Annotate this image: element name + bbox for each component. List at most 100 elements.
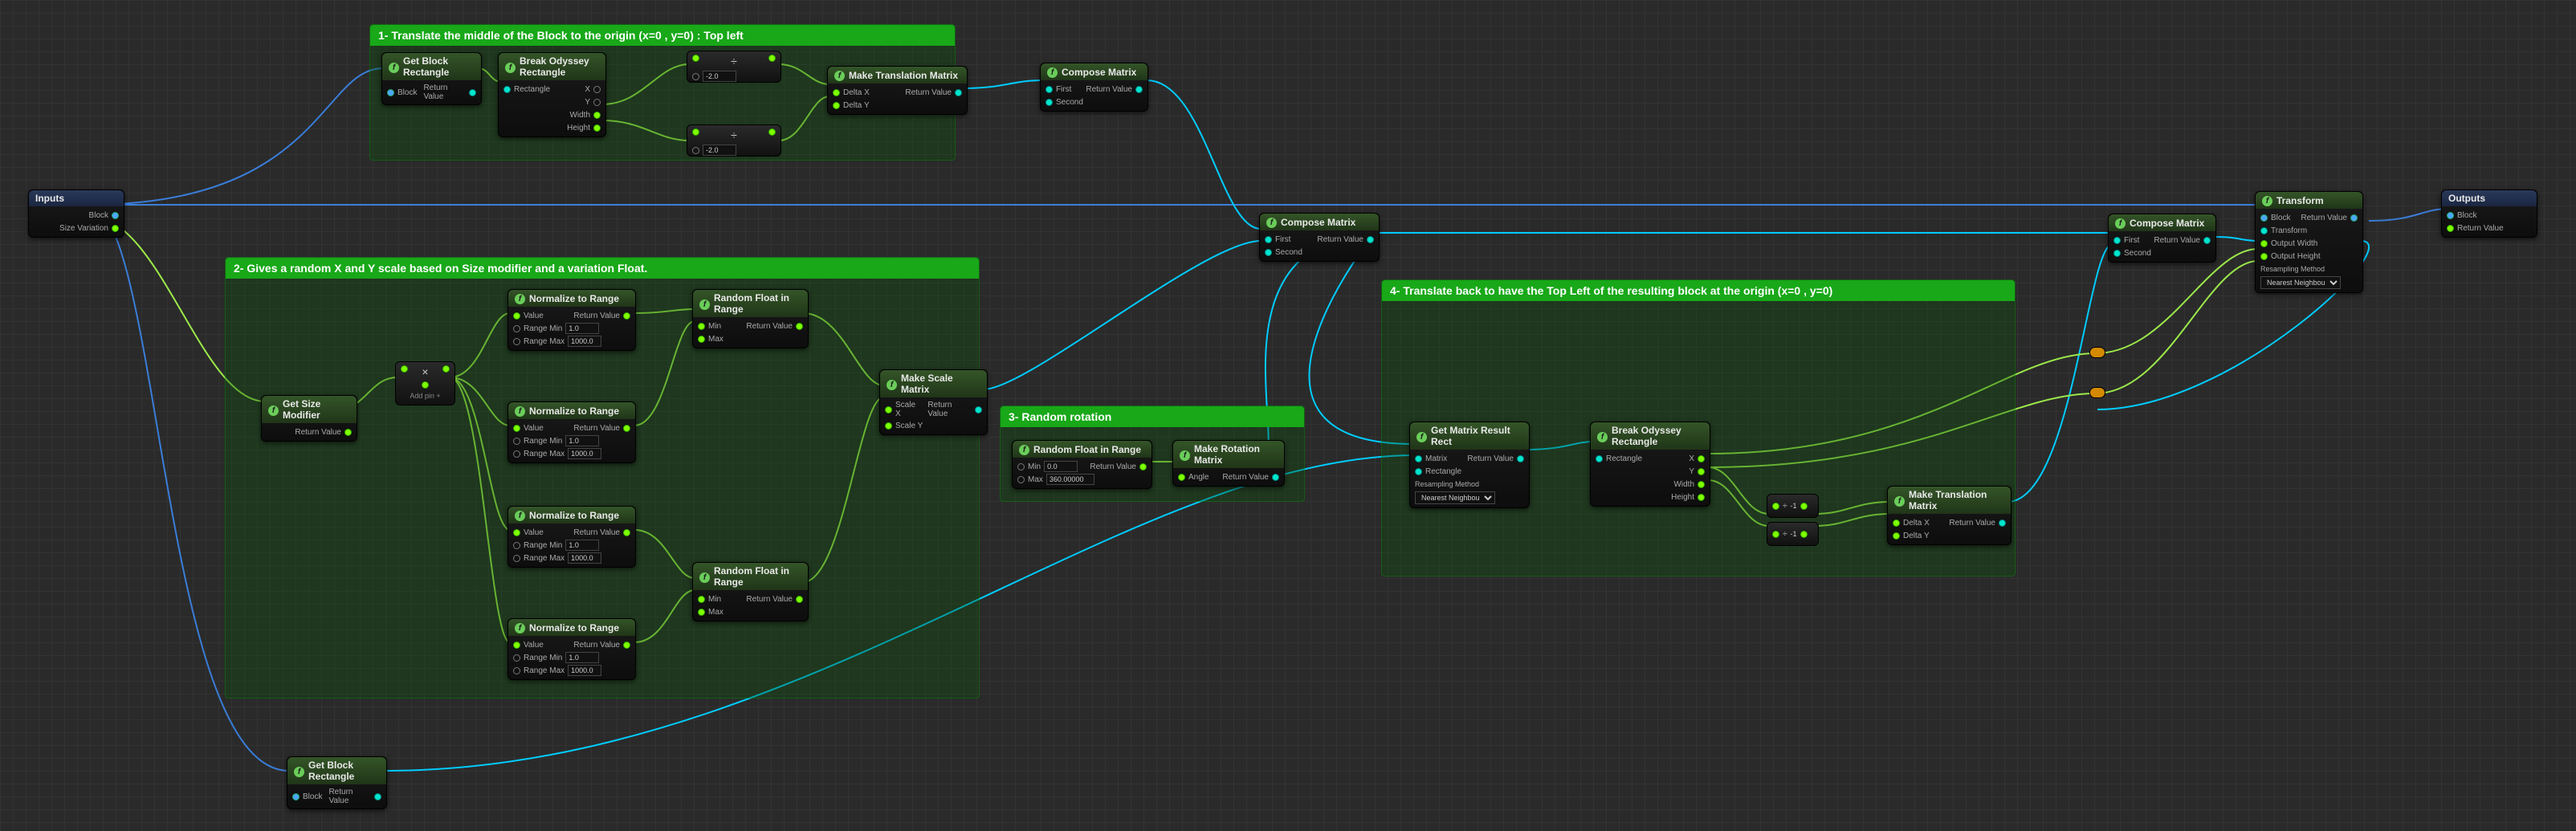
n3-rmin-val[interactable] [565, 540, 599, 551]
div-node-1[interactable]: ÷ [687, 51, 781, 83]
make-scale-node[interactable]: Make Scale Matrix Scale XReturn Value Sc… [879, 369, 988, 435]
gbr2-out[interactable]: Return Value [328, 788, 371, 805]
make-translation-node-2[interactable]: Make Translation Matrix Delta XReturn Va… [1887, 486, 2011, 545]
n1-rmin[interactable]: Range Min [524, 324, 562, 333]
rf2-out[interactable]: Return Value [746, 595, 793, 604]
random-rot-float-node[interactable]: Random Float in Range MinReturn Value Ma… [1012, 440, 1152, 489]
mult-add-pin[interactable]: Add pin + [410, 392, 440, 400]
div2-b[interactable] [703, 145, 736, 156]
tr-block[interactable]: Block [2271, 214, 2290, 222]
n4-rmin[interactable]: Range Min [524, 654, 562, 662]
rr-min[interactable]: Min [1028, 462, 1041, 471]
br-x[interactable]: X [585, 85, 590, 94]
gbr-in[interactable]: Block [397, 88, 417, 97]
n2-rmin[interactable]: Range Min [524, 437, 562, 446]
br2-w[interactable]: Width [1673, 480, 1694, 489]
inputs-block-pin[interactable]: Block [89, 211, 108, 220]
gsm-out[interactable]: Return Value [295, 428, 341, 437]
n4-rmax-val[interactable] [568, 665, 601, 676]
normalize-node-4[interactable]: Normalize to Range ValueReturn Value Ran… [507, 618, 636, 680]
gmrr-resampling[interactable]: Nearest Neighbour [1415, 491, 1495, 504]
gmrr-out[interactable]: Return Value [1467, 454, 1514, 463]
normalize-node-2[interactable]: Normalize to Range ValueReturn Value Ran… [507, 401, 636, 463]
n4-v[interactable]: Value [524, 641, 544, 650]
cm3-out[interactable]: Return Value [2154, 236, 2200, 245]
mt-dx[interactable]: Delta X [843, 88, 870, 97]
br2-y[interactable]: Y [1689, 467, 1694, 476]
rf1-min[interactable]: Min [708, 322, 721, 331]
compose-matrix-node-2[interactable]: Compose Matrix FirstReturn Value Second [1259, 213, 1380, 262]
get-block-rect-node[interactable]: Get Block Rectangle BlockReturn Value [381, 52, 482, 105]
n1-rmax[interactable]: Range Max [524, 337, 565, 346]
random-float-node-2[interactable]: Random Float in Range MinReturn Value Ma… [692, 562, 809, 621]
cm1-first[interactable]: First [1056, 85, 1071, 94]
ms-sx[interactable]: Scale X [895, 401, 921, 418]
rr-min-v[interactable] [1044, 461, 1078, 472]
tr-oh[interactable]: Output Height [2271, 252, 2321, 261]
n3-rmin[interactable]: Range Min [524, 541, 562, 550]
gmrr-r[interactable]: Rectangle [1425, 467, 1461, 476]
gmrr-m[interactable]: Matrix [1425, 454, 1447, 463]
mt2-out[interactable]: Return Value [1949, 519, 1995, 528]
br-h[interactable]: Height [567, 124, 590, 132]
div-node-p2[interactable]: ÷-1 [1767, 522, 1819, 546]
get-block-rect-node-2[interactable]: Get Block Rectangle BlockReturn Value [287, 756, 387, 809]
get-size-modifier-node[interactable]: Get Size Modifier Return Value [261, 395, 357, 442]
outputs-return-pin[interactable]: Return Value [2457, 224, 2504, 233]
div1-b[interactable] [703, 71, 736, 82]
n1-rmax-val[interactable] [568, 336, 601, 347]
make-rotation-node[interactable]: Make Rotation Matrix AngleReturn Value [1172, 440, 1285, 487]
rf2-min[interactable]: Min [708, 595, 721, 604]
mr-out[interactable]: Return Value [1222, 473, 1269, 482]
n1-rmin-val[interactable] [565, 323, 599, 334]
cm2-first[interactable]: First [1275, 235, 1290, 244]
br2-x[interactable]: X [1689, 454, 1694, 463]
outputs-node[interactable]: Outputs Block Return Value [2441, 189, 2537, 238]
rr-out[interactable]: Return Value [1090, 462, 1136, 471]
ms-sy[interactable]: Scale Y [895, 422, 923, 430]
div-node-2[interactable]: ÷ [687, 124, 781, 157]
normalize-node-3[interactable]: Normalize to Range ValueReturn Value Ran… [507, 506, 636, 568]
br2-h[interactable]: Height [1671, 493, 1694, 502]
transform-node[interactable]: Transform BlockReturn Value Transform Ou… [2255, 191, 2363, 293]
mt2-dx[interactable]: Delta X [1903, 519, 1930, 528]
n3-out[interactable]: Return Value [573, 528, 620, 537]
inputs-node[interactable]: Inputs Block Size Variation [28, 189, 124, 238]
tr-transform[interactable]: Transform [2271, 226, 2307, 235]
mr-angle[interactable]: Angle [1188, 473, 1209, 482]
br-w[interactable]: Width [569, 111, 590, 120]
gbr2-in[interactable]: Block [303, 792, 322, 801]
compose-matrix-node-3[interactable]: Compose Matrix FirstReturn Value Second [2108, 214, 2216, 263]
n2-rmax-val[interactable] [568, 448, 601, 459]
n2-v[interactable]: Value [524, 424, 544, 433]
n2-rmin-val[interactable] [565, 435, 599, 446]
compose-matrix-node-1[interactable]: Compose Matrix FirstReturn Value Second [1040, 63, 1148, 112]
reroute-2[interactable] [2089, 387, 2105, 398]
cm1-out[interactable]: Return Value [1086, 85, 1132, 94]
normalize-node-1[interactable]: Normalize to Range ValueReturn Value Ran… [507, 289, 636, 351]
tr-ow[interactable]: Output Width [2271, 239, 2317, 248]
n4-out[interactable]: Return Value [573, 641, 620, 650]
get-matrix-result-rect-node[interactable]: Get Matrix Result Rect MatrixReturn Valu… [1409, 422, 1530, 508]
break-rect-node-2[interactable]: Break Odyssey Rectangle RectangleX Y Wid… [1590, 422, 1710, 507]
n4-rmin-val[interactable] [565, 652, 599, 663]
br2-in[interactable]: Rectangle [1606, 454, 1642, 463]
mt-dy[interactable]: Delta Y [843, 101, 870, 110]
n1-v[interactable]: Value [524, 312, 544, 320]
cm2-second[interactable]: Second [1275, 248, 1302, 257]
rr-max-v[interactable] [1046, 474, 1094, 485]
cm3-second[interactable]: Second [2124, 249, 2151, 258]
n3-rmax-val[interactable] [568, 552, 601, 564]
multiply-node[interactable]: × Add pin + [395, 361, 455, 405]
cm3-first[interactable]: First [2124, 236, 2139, 245]
random-float-node-1[interactable]: Random Float in Range MinReturn Value Ma… [692, 289, 809, 348]
n3-v[interactable]: Value [524, 528, 544, 537]
div-node-p1[interactable]: ÷-1 [1767, 494, 1819, 518]
break-rect-node[interactable]: Break Odyssey Rectangle RectangleX Y Wid… [498, 52, 606, 137]
rr-max[interactable]: Max [1028, 475, 1043, 484]
rf1-max[interactable]: Max [708, 335, 723, 344]
br-y[interactable]: Y [585, 98, 590, 107]
br-in[interactable]: Rectangle [514, 85, 550, 94]
rf1-out[interactable]: Return Value [746, 322, 793, 331]
outputs-block-pin[interactable]: Block [2457, 211, 2476, 220]
